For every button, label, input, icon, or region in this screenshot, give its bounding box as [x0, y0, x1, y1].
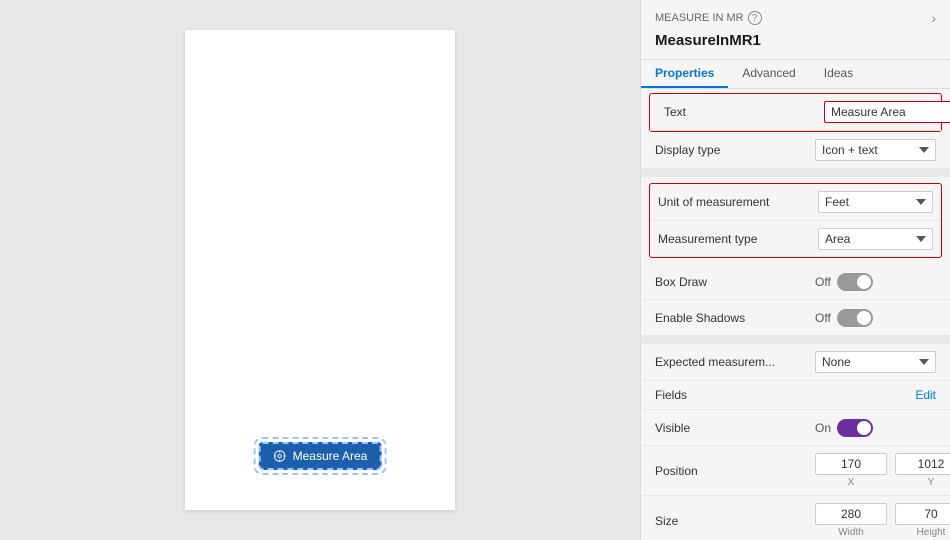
position-inputs: X Y	[815, 453, 950, 488]
text-label: Text	[664, 105, 824, 119]
size-height-label: Height	[895, 527, 950, 538]
fields-row: Fields Edit	[641, 381, 950, 410]
position-y-label: Y	[895, 477, 950, 488]
position-x-label: X	[815, 477, 887, 488]
display-type-row: Display type Icon + text Icon only Text …	[641, 132, 950, 169]
expand-icon[interactable]: ›	[931, 10, 936, 26]
component-name: MeasureInMR1	[655, 30, 936, 55]
visible-toggle-wrap: On	[815, 419, 873, 437]
measurement-group: Unit of measurement Feet Meters Inches M…	[649, 183, 942, 258]
size-inputs: Width Height	[815, 503, 950, 538]
tab-ideas[interactable]: Ideas	[810, 60, 867, 88]
enable-shadows-row: Enable Shadows Off	[641, 300, 950, 336]
position-row: Position X Y	[641, 446, 950, 496]
size-width-label: Width	[815, 527, 887, 538]
expected-measurement-row: Expected measurem... None	[641, 344, 950, 381]
measure-button-label: Measure Area	[293, 449, 368, 463]
unit-label: Unit of measurement	[658, 195, 818, 209]
visible-label: Visible	[655, 421, 815, 435]
size-height-input[interactable]	[895, 503, 950, 525]
canvas-area: Measure Area	[0, 0, 640, 540]
box-draw-row: Box Draw Off	[641, 264, 950, 300]
size-width-input[interactable]	[815, 503, 887, 525]
help-icon[interactable]: ?	[748, 11, 762, 25]
measurement-type-label: Measurement type	[658, 232, 818, 246]
position-label: Position	[655, 464, 815, 478]
text-input[interactable]	[824, 101, 950, 123]
box-draw-toggle-wrap: Off	[815, 273, 873, 291]
box-draw-label: Box Draw	[655, 275, 815, 289]
size-row: Size Width Height	[641, 496, 950, 540]
tab-advanced[interactable]: Advanced	[728, 60, 809, 88]
box-draw-toggle[interactable]	[837, 273, 873, 291]
unit-row: Unit of measurement Feet Meters Inches	[650, 184, 941, 221]
enable-shadows-label: Enable Shadows	[655, 311, 815, 325]
section-divider-2	[641, 336, 950, 344]
panel-header: MEASURE IN MR ? › MeasureInMR1	[641, 0, 950, 60]
position-x-input[interactable]	[815, 453, 887, 475]
text-row: Text	[650, 94, 941, 131]
fields-label: Fields	[655, 388, 915, 402]
enable-shadows-toggle[interactable]	[837, 309, 873, 327]
measure-area-button[interactable]: Measure Area	[259, 442, 382, 470]
measure-icon	[273, 449, 287, 463]
box-draw-value: Off	[815, 275, 831, 289]
position-y-input[interactable]	[895, 453, 950, 475]
display-type-label: Display type	[655, 143, 815, 157]
enable-shadows-toggle-wrap: Off	[815, 309, 873, 327]
measurement-type-row: Measurement type Area Distance Volume	[650, 221, 941, 257]
visible-toggle[interactable]	[837, 419, 873, 437]
unit-select[interactable]: Feet Meters Inches	[818, 191, 933, 213]
measurement-type-select[interactable]: Area Distance Volume	[818, 228, 933, 250]
visible-row: Visible On	[641, 410, 950, 446]
text-property-group: Text	[649, 93, 942, 132]
expected-measurement-label: Expected measurem...	[655, 355, 815, 369]
expected-measurement-select[interactable]: None	[815, 351, 936, 373]
canvas-page: Measure Area	[185, 30, 455, 510]
fields-edit-button[interactable]: Edit	[915, 388, 936, 402]
display-type-select[interactable]: Icon + text Icon only Text only	[815, 139, 936, 161]
panel-tabs: Properties Advanced Ideas	[641, 60, 950, 89]
visible-value: On	[815, 421, 831, 435]
properties-panel: MEASURE IN MR ? › MeasureInMR1 Propertie…	[640, 0, 950, 540]
section-label: MEASURE IN MR ?	[655, 11, 762, 25]
tab-properties[interactable]: Properties	[641, 60, 728, 88]
section-divider-1	[641, 169, 950, 177]
size-label: Size	[655, 514, 815, 528]
enable-shadows-value: Off	[815, 311, 831, 325]
panel-body: Text Display type Icon + text Icon only …	[641, 89, 950, 540]
